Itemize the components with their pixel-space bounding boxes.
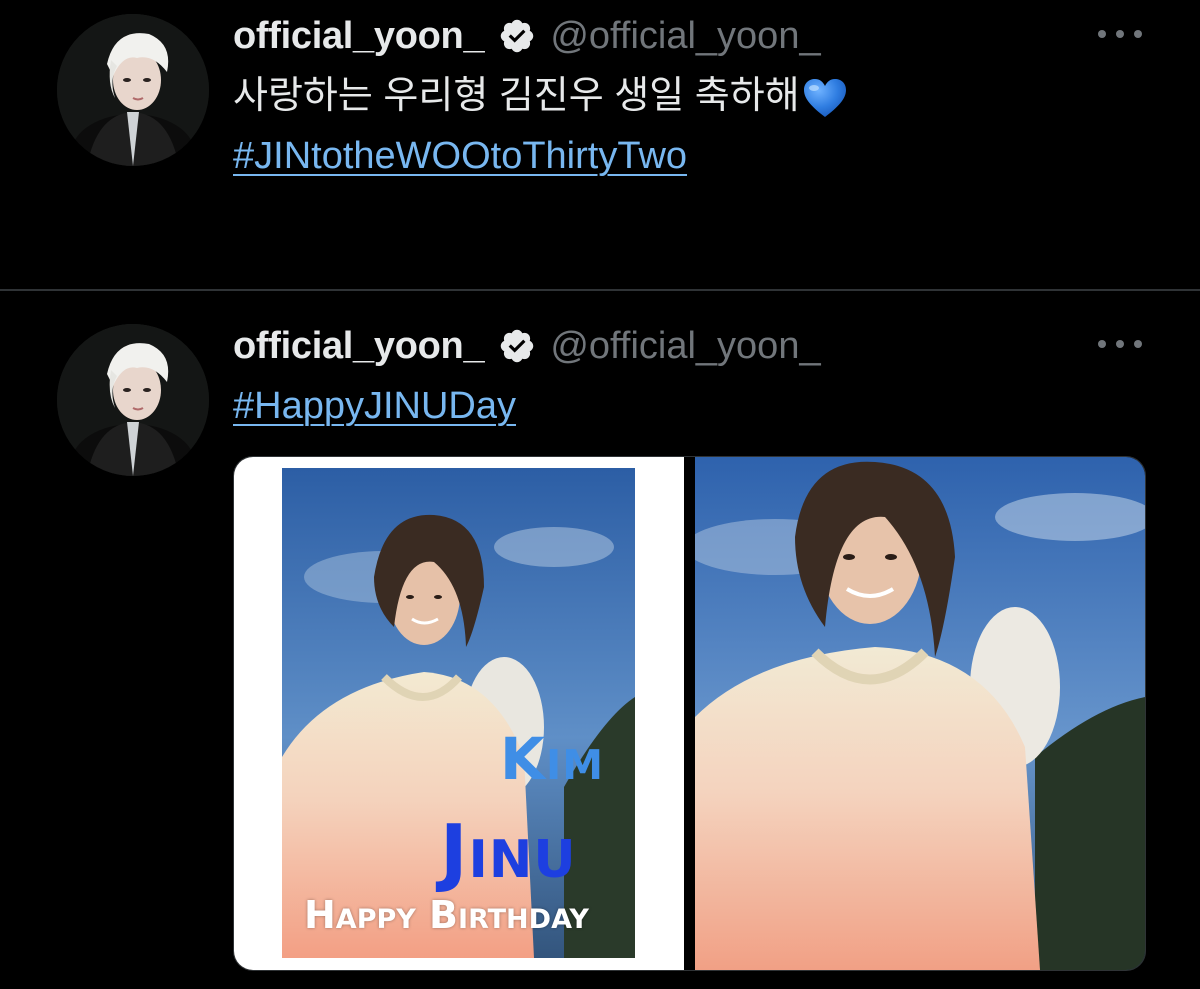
card-greeting: Happy Birthday bbox=[304, 893, 589, 937]
tweet-text: 사랑하는 우리형 김진우 생일 축하해 bbox=[233, 72, 848, 120]
verified-badge-icon bbox=[498, 17, 536, 55]
tweet[interactable]: official_yoon_ @official_yoon_ 사랑하는 우리형 … bbox=[0, 0, 1200, 289]
dot bbox=[1134, 30, 1142, 38]
tweet-header: official_yoon_ @official_yoon_ bbox=[233, 12, 821, 60]
portrait-photo bbox=[695, 457, 1145, 970]
user-handle[interactable]: @official_yoon_ bbox=[550, 325, 820, 368]
timeline-feed: official_yoon_ @official_yoon_ 사랑하는 우리형 … bbox=[0, 0, 1200, 989]
more-options-icon[interactable] bbox=[1098, 334, 1142, 354]
display-name[interactable]: official_yoon_ bbox=[233, 325, 485, 368]
dot bbox=[1116, 30, 1124, 38]
avatar-photo bbox=[57, 324, 209, 476]
display-name[interactable]: official_yoon_ bbox=[233, 15, 485, 58]
dot bbox=[1116, 340, 1124, 348]
dot bbox=[1098, 30, 1106, 38]
hashtag-link[interactable]: #HappyJINUDay bbox=[233, 382, 516, 430]
tweet-text-content: 사랑하는 우리형 김진우 생일 축하해 bbox=[233, 75, 800, 117]
hashtag-link[interactable]: #JINtotheWOOtoThirtyTwo bbox=[233, 132, 687, 180]
dot bbox=[1134, 340, 1142, 348]
media-image-birthday-card[interactable]: Kim Jinu Happy Birthday bbox=[234, 457, 684, 970]
more-options-icon[interactable] bbox=[1098, 24, 1142, 44]
dot bbox=[1098, 340, 1106, 348]
avatar-photo bbox=[57, 14, 209, 166]
tweet-media[interactable]: Kim Jinu Happy Birthday bbox=[233, 456, 1146, 971]
user-handle[interactable]: @official_yoon_ bbox=[550, 15, 820, 58]
avatar[interactable] bbox=[57, 324, 209, 476]
verified-badge-icon bbox=[498, 327, 536, 365]
tweet[interactable]: official_yoon_ @official_yoon_ #HappyJIN… bbox=[0, 291, 1200, 989]
card-name-top: Kim bbox=[500, 725, 604, 793]
avatar[interactable] bbox=[57, 14, 209, 166]
blue-heart-icon bbox=[802, 77, 848, 119]
media-image-photo[interactable] bbox=[695, 457, 1145, 970]
tweet-header: official_yoon_ @official_yoon_ bbox=[233, 322, 821, 370]
card-name-main: Jinu bbox=[440, 809, 577, 895]
